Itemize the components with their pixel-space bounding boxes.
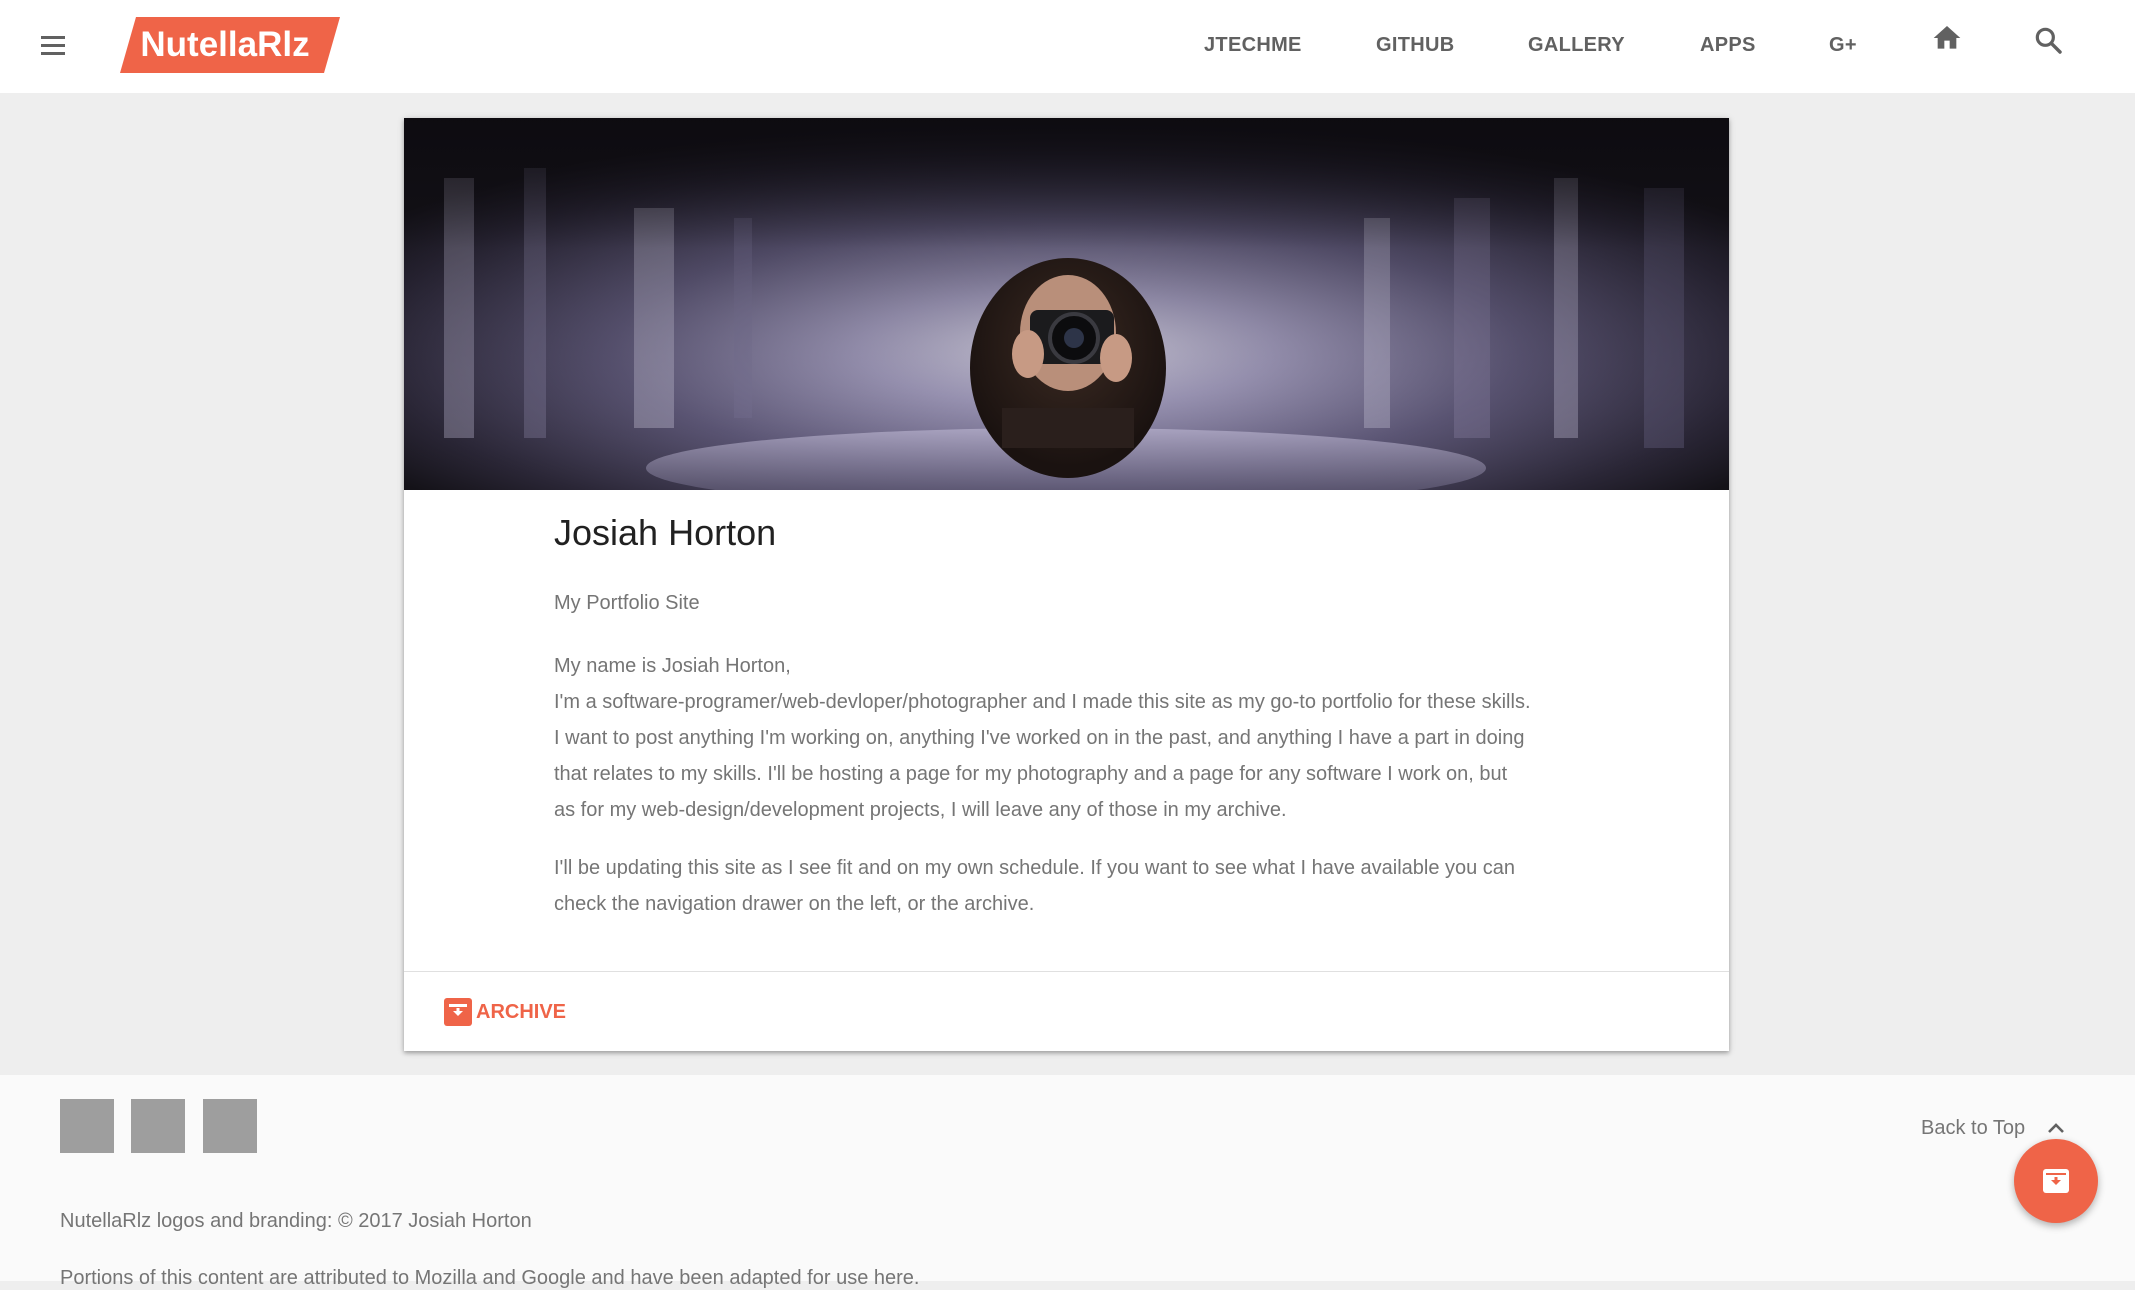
search-icon[interactable] xyxy=(2032,24,2064,61)
attribution-text: Portions of this content are attributed … xyxy=(60,1267,920,1289)
nav-link-github[interactable]: GITHUB xyxy=(1376,34,1454,57)
portfolio-card: Josiah Horton My Portfolio Site My name … xyxy=(404,118,1729,1051)
page-subtitle: My Portfolio Site xyxy=(554,592,700,614)
update-paragraph: I'll be updating this site as I see fit … xyxy=(554,850,1604,922)
nav-link-gallery[interactable]: GALLERY xyxy=(1528,34,1625,57)
nav-link-jtechme[interactable]: JTECHME xyxy=(1204,34,1302,57)
logo-text: NutellaRlz xyxy=(140,25,310,64)
nav-link-gplus[interactable]: G+ xyxy=(1829,34,1857,57)
social-icon-placeholder[interactable] xyxy=(203,1099,257,1153)
archive-label: ARCHIVE xyxy=(476,1000,567,1023)
intro-paragraph: My name is Josiah Horton, I'm a software… xyxy=(554,648,1604,828)
intro-line: that relates to my skills. I'll be hosti… xyxy=(554,763,1508,785)
hero-image xyxy=(404,118,1729,490)
top-app-bar: NutellaRlz JTECHME GITHUB GALLERY APPS G… xyxy=(0,0,2135,93)
intro-line: My name is Josiah Horton, xyxy=(554,655,791,677)
card-divider xyxy=(404,971,1729,972)
intro-line: I want to post anything I'm working on, … xyxy=(554,727,1525,749)
menu-icon[interactable] xyxy=(36,29,70,63)
site-logo[interactable]: NutellaRlz xyxy=(120,17,340,73)
archive-icon xyxy=(2041,1166,2071,1196)
social-icon-placeholder[interactable] xyxy=(60,1099,114,1153)
archive-button[interactable]: ARCHIVE xyxy=(444,996,566,1028)
update-line: check the navigation drawer on the left,… xyxy=(554,893,1035,915)
site-footer: NutellaRlz logos and branding: © 2017 Jo… xyxy=(0,1075,2135,1289)
home-icon[interactable] xyxy=(1931,22,1963,59)
page-title: Josiah Horton xyxy=(554,512,777,553)
intro-line: as for my web-design/development project… xyxy=(554,799,1287,821)
archive-icon xyxy=(444,998,472,1026)
archive-fab[interactable] xyxy=(2014,1139,2098,1223)
nav-link-apps[interactable]: APPS xyxy=(1700,34,1756,57)
intro-line: I'm a software-programer/web-devloper/ph… xyxy=(554,691,1531,713)
social-icon-placeholder[interactable] xyxy=(131,1099,185,1153)
update-line: I'll be updating this site as I see fit … xyxy=(554,857,1516,879)
back-to-top-link[interactable]: Back to Top xyxy=(1921,1117,2025,1140)
copyright-text: NutellaRlz logos and branding: © 2017 Jo… xyxy=(60,1210,532,1232)
